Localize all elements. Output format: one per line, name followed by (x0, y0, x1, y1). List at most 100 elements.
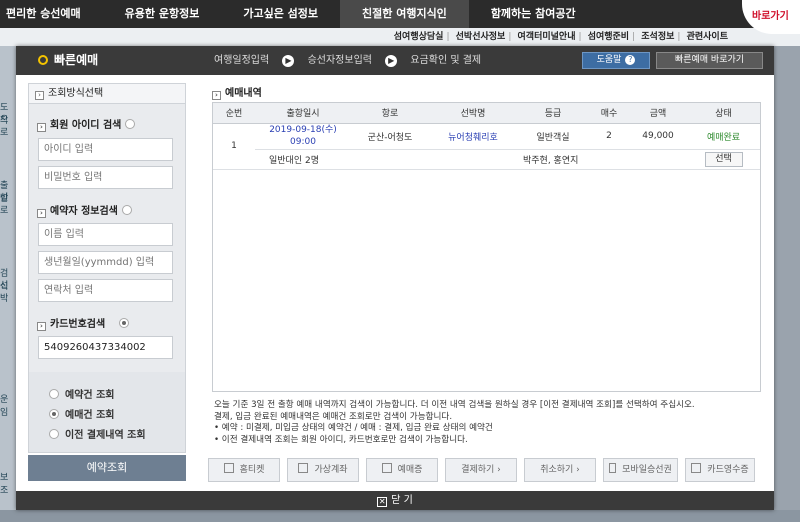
cell-grade: 일반객실 (517, 123, 589, 150)
receipt-certificate-button[interactable]: 예매증 (366, 458, 438, 482)
type-purchase-option[interactable]: 예매건 조회 (49, 406, 114, 421)
type-label: 이전 결제내역 조회 (65, 430, 146, 441)
reserver-search-text: 예약자 정보검색 (50, 206, 118, 217)
password-input[interactable] (38, 166, 173, 189)
notice-line: • 예약 : 미결제, 미입금 상태의 예약건 / 예매 : 결제, 입금 완료… (214, 423, 493, 434)
col-header: 출항일시 (255, 103, 351, 124)
action-label: 모바일승선권 (622, 465, 672, 475)
subnav-item[interactable]: 섬여행준비 (588, 32, 629, 42)
departure-time: 09:00 (290, 137, 316, 147)
notice-line: 오늘 기준 3일 전 출항 예매 내역까지 검색이 가능합니다. 더 이전 내역… (214, 400, 695, 410)
home-ticket-button[interactable]: 홈티켓 (208, 458, 280, 482)
reservation-search-button[interactable]: 예약조회 (28, 455, 186, 481)
close-bar[interactable]: ✕ 닫 기 (16, 491, 774, 510)
bg-label: 선박 (0, 281, 9, 304)
type-label: 예매건 조회 (65, 410, 115, 421)
subnav-item[interactable]: 관련사이트 (687, 32, 728, 42)
modal-title: 빠른예매 (38, 46, 98, 75)
arrow-right-icon: ▶ (385, 55, 398, 67)
action-label: 홈티켓 (239, 465, 265, 475)
reserver-search-label[interactable]: › 예약자 정보검색 (37, 202, 132, 218)
search-panel: › 조회방식선택 › 회원 아이디 검색 › 예약자 정보검색 › 카드번호검색 예약건… (28, 83, 186, 453)
card-search-label[interactable]: › 카드번호검색 (37, 315, 130, 331)
col-header: 순번 (213, 103, 255, 124)
subnav-item[interactable]: 조석정보 (641, 32, 674, 42)
type-reservation-option[interactable]: 예약건 조회 (49, 386, 114, 401)
nav-travel[interactable]: 친절한 여행지식인 (340, 0, 469, 28)
cell-route: 군산-어청도 (351, 123, 429, 150)
notice-line: 결제, 입금 완료된 예매내역은 예매건 조회로만 검색이 가능합니다. (214, 411, 453, 422)
card-search-text: 카드번호검색 (50, 319, 106, 330)
col-header: 선박명 (429, 103, 517, 124)
reserver-search-radio[interactable] (121, 205, 132, 215)
quick-reservation-modal: 빠른예매 여행일정입력 ▶ 승선자정보입력 ▶ 요금확인 및 결제 도움말? 빠… (16, 46, 774, 510)
mobile-icon (609, 463, 617, 473)
mobile-ticket-button[interactable]: 모바일승선권 (603, 458, 678, 482)
select-button[interactable]: 선택 (704, 151, 743, 167)
arrow-right-icon: ▶ (282, 55, 295, 67)
background-right-strip (770, 46, 800, 522)
col-header: 매수 (589, 103, 629, 124)
col-header: 상태 (687, 103, 760, 124)
cell-select: 선택 (687, 149, 760, 170)
card-receipt-button[interactable]: 카드영수증 (685, 458, 755, 482)
subnav-item[interactable]: 여객터미널안내 (518, 32, 576, 42)
cell-passenger-names: 박주현, 홍연지 (517, 149, 687, 170)
bullet-icon: › (37, 123, 46, 132)
subnav-item[interactable]: 선박선사정보 (456, 32, 506, 42)
col-header: 금액 (629, 103, 687, 124)
background-bottom-strip (0, 510, 800, 522)
reservation-radio[interactable] (49, 389, 59, 399)
purchase-radio[interactable] (49, 409, 59, 419)
cell-amount: 49,000 (629, 123, 687, 150)
history-radio[interactable] (49, 429, 59, 439)
cell-ship[interactable]: 뉴어청훼리호 (429, 123, 517, 150)
col-header: 항로 (351, 103, 429, 124)
nav-reservation[interactable]: 편리한 승선예매 (0, 0, 103, 28)
virtual-account-button[interactable]: 가상계좌 (287, 458, 359, 482)
action-label: 가상계좌 (314, 465, 348, 475)
result-heading: 예매내역 (225, 88, 262, 99)
printer-icon (223, 463, 234, 473)
subnav-item[interactable]: 섬여행상담실 (394, 32, 444, 42)
bullet-icon: › (37, 322, 46, 331)
name-input[interactable] (38, 223, 173, 246)
type-history-option[interactable]: 이전 결제내역 조회 (49, 426, 146, 441)
cell-date: 2019-09-18(수) 09:00 (255, 123, 351, 150)
member-search-radio[interactable] (125, 119, 136, 129)
printer-icon (381, 463, 392, 473)
result-table: 순번 출항일시 항로 선박명 등급 매수 금액 상태 1 2019-09-18(… (212, 102, 761, 392)
action-bar: 홈티켓 가상계좌 예매증 결제하기 › 취소하기 › 모바일승선권 카드영수증 (208, 458, 764, 482)
id-input[interactable] (38, 138, 173, 161)
phone-input[interactable] (38, 279, 173, 302)
bullet-icon: › (212, 91, 221, 100)
cancel-button[interactable]: 취소하기 › (524, 458, 596, 482)
step-indicator: 여행일정입력 ▶ 승선자정보입력 ▶ 요금확인 및 결제 (214, 46, 481, 75)
pay-button[interactable]: 결제하기 › (445, 458, 517, 482)
action-label: 카드영수증 (707, 465, 749, 475)
nav-island[interactable]: 가고싶은 섬정보 (221, 0, 340, 28)
question-icon: ? (625, 55, 636, 65)
help-button[interactable]: 도움말? (582, 52, 650, 69)
card-icon (298, 463, 309, 473)
search-type-area: 예약건 조회 예매건 조회 이전 결제내역 조회 (29, 372, 185, 452)
nav-community[interactable]: 함께하는 참여공간 (469, 0, 598, 28)
step-3: 요금확인 및 결제 (410, 55, 482, 66)
action-label: 예매증 (397, 465, 423, 475)
card-number-input[interactable] (38, 336, 173, 359)
close-icon: ✕ (377, 497, 388, 507)
member-search-label[interactable]: › 회원 아이디 검색 (37, 116, 136, 132)
table-row: 1 2019-09-18(수) 09:00 군산-어청도 뉴어청훼리호 일반객실… (213, 123, 760, 170)
search-panel-header: › 조회방식선택 (29, 84, 185, 104)
nav-operation[interactable]: 유용한 운항정보 (103, 0, 222, 28)
type-label: 예약건 조회 (65, 390, 115, 401)
quick-reservation-shortcut-button[interactable]: 빠른예매 바로가기 (656, 52, 763, 69)
bullet-icon: › (35, 91, 44, 100)
background-left-strip: 도착 으로 출발 선로 검식 선박 운임 보조 (0, 46, 16, 522)
bg-label: 보조 (0, 473, 9, 496)
card-search-radio[interactable] (119, 318, 130, 328)
bullet-icon: › (37, 209, 46, 218)
birthdate-input[interactable] (38, 251, 173, 274)
member-search-text: 회원 아이디 검색 (50, 120, 122, 131)
bg-label: 운임 (0, 395, 9, 418)
